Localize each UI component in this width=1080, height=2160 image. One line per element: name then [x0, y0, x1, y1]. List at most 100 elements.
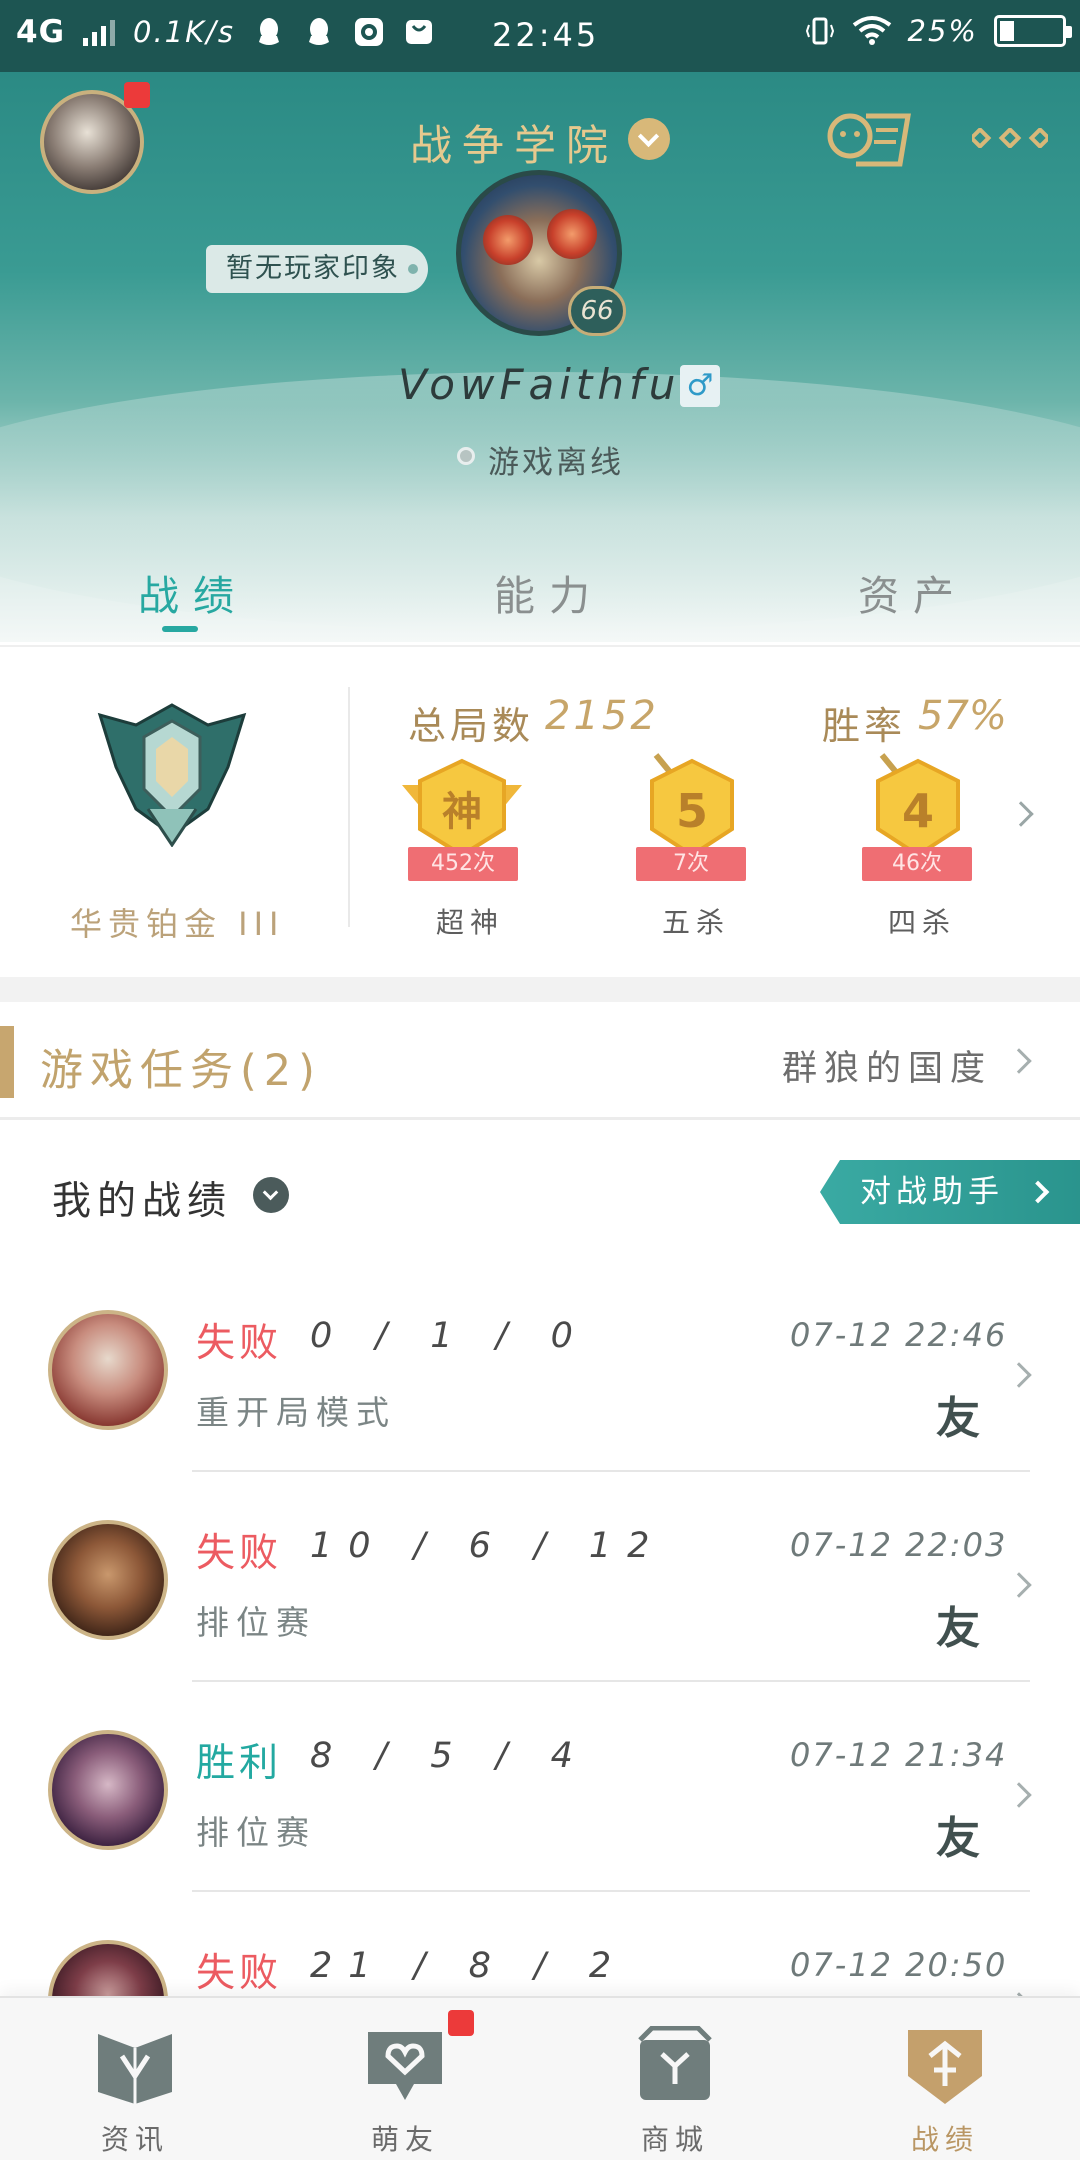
- match-kda: 8 / 5 / 4: [310, 1736, 589, 1776]
- gender-icon: ♂: [680, 365, 720, 407]
- chevron-right-icon: [1006, 1572, 1032, 1598]
- champion-avatar: [48, 1310, 168, 1430]
- shop-bag-icon: [406, 20, 433, 44]
- section-accent-bar: [0, 1026, 14, 1098]
- friend-badge: 友: [936, 1603, 980, 1654]
- section-separator: [0, 977, 1080, 1002]
- chevron-right-icon: [1006, 1782, 1032, 1808]
- chevron-down-icon[interactable]: [253, 1177, 289, 1213]
- browser-icon: [355, 18, 384, 46]
- username: VowFaithful: [398, 360, 698, 409]
- server-dropdown-icon[interactable]: [628, 118, 670, 160]
- medal-label: 五杀: [662, 906, 731, 939]
- nav-shop[interactable]: 商城: [540, 1998, 810, 2160]
- active-tab-indicator: [162, 626, 198, 632]
- medal-glyph: 4: [902, 784, 934, 838]
- level-badge: 66: [568, 286, 626, 336]
- medal-glyph: 神: [442, 789, 482, 835]
- tab-assets[interactable]: 资产: [858, 562, 968, 622]
- nav-record[interactable]: 战绩: [810, 1998, 1080, 2160]
- match-row[interactable]: 失败 0 / 1 / 0 重开局模式 07-12 22:46 友: [0, 1270, 1080, 1480]
- more-icon[interactable]: [972, 128, 1048, 148]
- shop-icon: [638, 2026, 712, 2100]
- bottom-navigation: 资讯 萌友 商城 战绩: [0, 1996, 1080, 2160]
- wifi-icon: [852, 16, 891, 45]
- game-tasks-title: 游戏任务(2): [40, 1046, 322, 1096]
- chat-icon[interactable]: [826, 106, 912, 170]
- match-result: 失败: [196, 1531, 283, 1576]
- medal-count: 452次: [408, 847, 518, 881]
- medal-count: 46次: [862, 847, 972, 881]
- status-left: 4G 0.1K/s: [16, 14, 435, 50]
- champion-avatar: [48, 1520, 168, 1640]
- nav-label: 商城: [640, 2123, 709, 2156]
- medal-glyph: 5: [676, 784, 708, 838]
- match-row[interactable]: 失败 10 / 6 / 12 排位赛 07-12 22:03 友: [0, 1480, 1080, 1690]
- nav-news[interactable]: 资讯: [0, 1998, 270, 2160]
- vibrate-icon: [805, 17, 834, 45]
- battery-icon: [994, 15, 1072, 47]
- platinum-rank-icon: [97, 703, 247, 847]
- nav-friends[interactable]: 萌友: [270, 1998, 540, 2160]
- tab-record[interactable]: 战绩: [138, 562, 248, 622]
- qq-icon: [309, 18, 330, 45]
- network-type: 4G: [16, 14, 66, 50]
- rank-name: 华贵铂金 III: [70, 905, 285, 943]
- match-result: 胜利: [196, 1741, 283, 1786]
- match-time: 07-12 22:03: [790, 1526, 1008, 1564]
- row-divider: [192, 1890, 1030, 1892]
- total-games-value: 2152: [545, 693, 659, 739]
- clock: 22:45: [492, 16, 600, 54]
- medal-label: 四杀: [888, 906, 957, 939]
- chevron-right-icon: [1006, 1362, 1032, 1388]
- record-icon: [908, 2030, 982, 2104]
- battle-assistant-button[interactable]: 对战助手: [820, 1160, 1080, 1224]
- notification-dot: [124, 82, 150, 108]
- medal-label: 超神: [436, 906, 505, 939]
- winrate-value: 57%: [918, 693, 1007, 739]
- friend-badge: 友: [936, 1393, 980, 1444]
- row-divider: [192, 1680, 1030, 1682]
- signal-icon: [83, 18, 116, 46]
- row-divider: [192, 1470, 1030, 1472]
- friend-badge: 友: [936, 1813, 980, 1864]
- match-kda: 21 / 8 / 2: [310, 1946, 628, 1986]
- app-root: 4G 0.1K/s 22:45 25% 战争学院 暂无玩家印象 66 VowFa…: [0, 0, 1080, 2160]
- match-row[interactable]: 胜利 8 / 5 / 4 排位赛 07-12 21:34 友: [0, 1690, 1080, 1900]
- task-subtitle: 群狼的国度: [782, 1049, 993, 1089]
- match-time: 07-12 20:50: [790, 1946, 1008, 1984]
- gem-icon: [483, 215, 533, 265]
- game-tasks-row[interactable]: 游戏任务(2) 群狼的国度: [0, 1002, 1080, 1120]
- match-mode: 重开局模式: [196, 1393, 396, 1432]
- winrate-label: 胜率: [822, 704, 907, 748]
- news-icon: [98, 2034, 172, 2104]
- my-record-title[interactable]: 我的战绩: [52, 1170, 232, 1226]
- tab-ability[interactable]: 能力: [494, 562, 604, 622]
- match-result: 失败: [196, 1951, 283, 1996]
- divider: [348, 687, 350, 927]
- qq-icon: [259, 18, 280, 45]
- match-mode: 排位赛: [196, 1603, 316, 1642]
- match-kda: 0 / 1 / 0: [310, 1316, 589, 1356]
- gem-icon: [547, 209, 597, 259]
- status-bar: 4G 0.1K/s 22:45 25%: [0, 0, 1080, 72]
- server-title[interactable]: 战争学院: [410, 112, 618, 173]
- medal-count: 7次: [636, 847, 746, 881]
- friends-icon: [368, 2032, 442, 2100]
- stats-panel[interactable]: 华贵铂金 III 总局数 2152 胜率 57% 神 452次 超神 5 7次 …: [0, 645, 1080, 977]
- match-result: 失败: [196, 1321, 283, 1366]
- match-kda: 10 / 6 / 12: [310, 1526, 666, 1566]
- nav-label: 战绩: [910, 2123, 979, 2156]
- online-status-dot: [457, 447, 475, 465]
- notification-dot: [448, 2010, 474, 2036]
- match-time: 07-12 21:34: [790, 1736, 1008, 1774]
- champion-avatar: [48, 1730, 168, 1850]
- chevron-right-icon[interactable]: [1008, 801, 1034, 827]
- status-right: 25%: [804, 14, 1072, 48]
- nav-label: 资讯: [100, 2123, 169, 2156]
- total-games-label: 总局数: [408, 704, 535, 748]
- chevron-right-icon: [1006, 1048, 1032, 1074]
- online-status-text: 游戏离线: [488, 445, 624, 481]
- player-impression-tag[interactable]: 暂无玩家印象: [206, 245, 428, 293]
- battery-percent: 25%: [907, 14, 978, 48]
